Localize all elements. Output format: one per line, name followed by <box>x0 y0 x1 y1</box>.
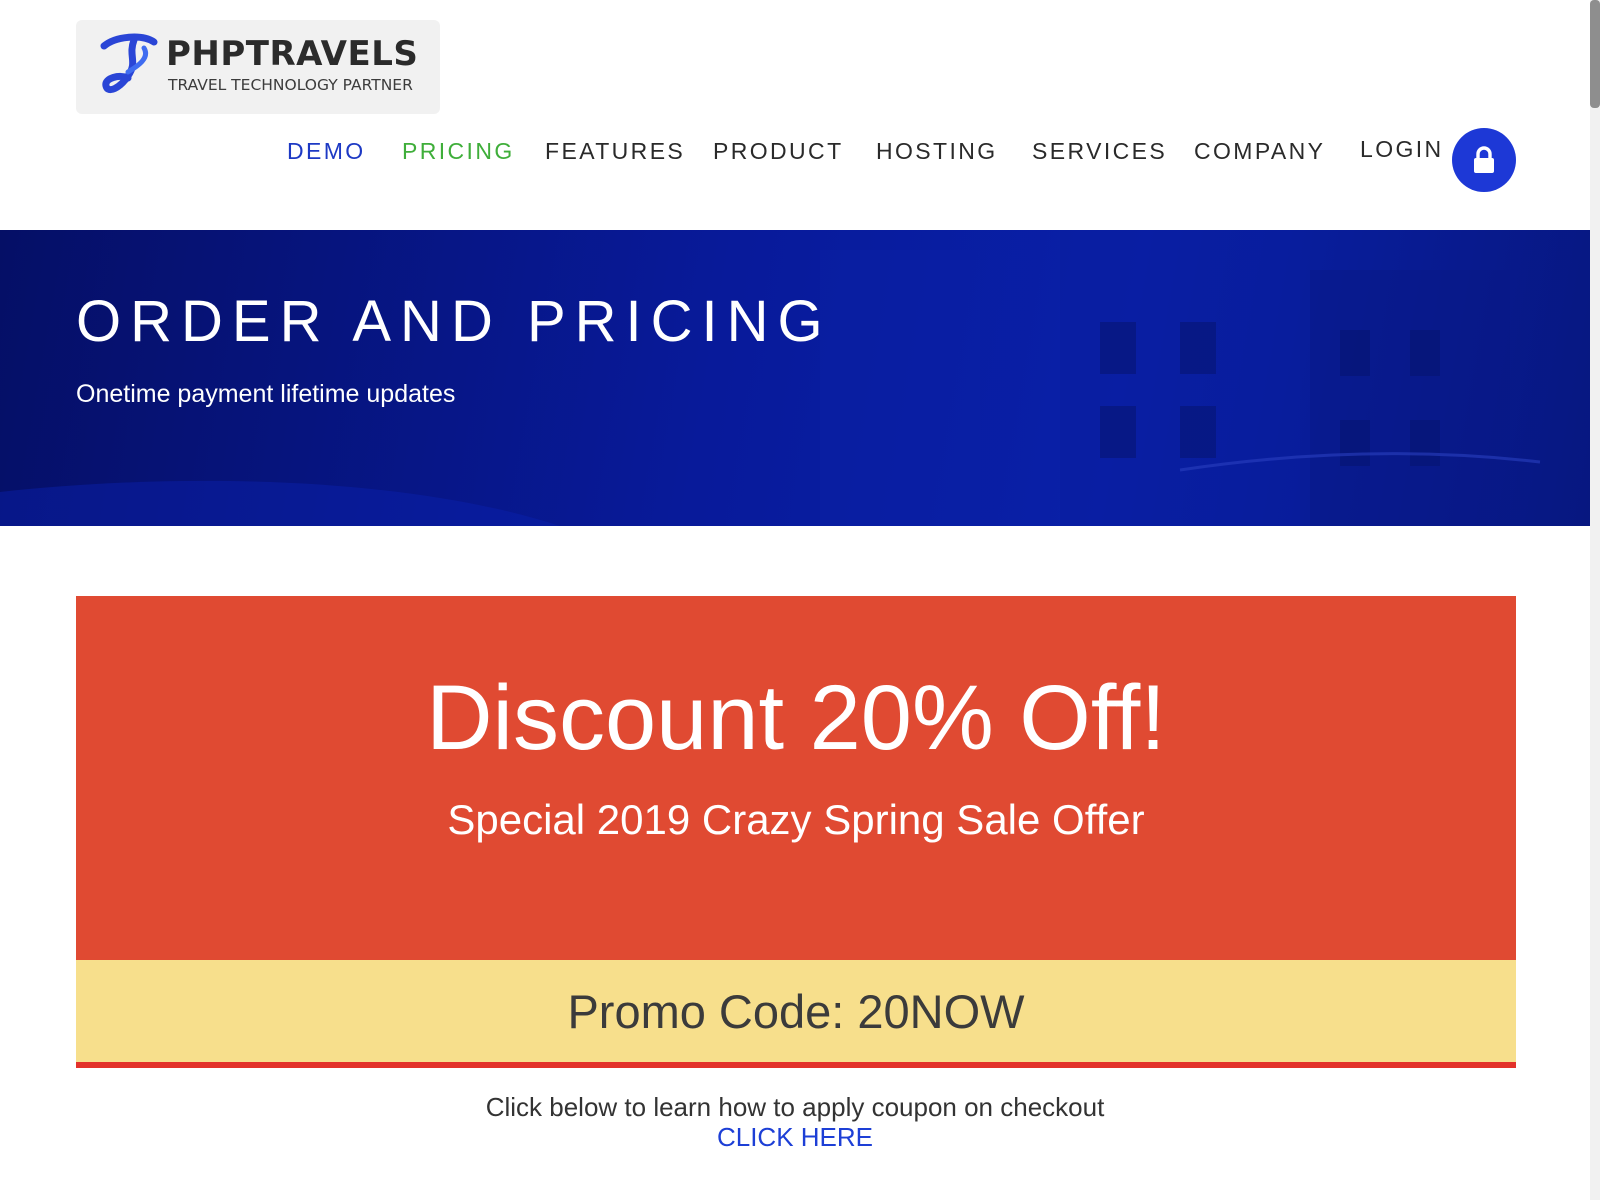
coupon-instruction-text: Click below to learn how to apply coupon… <box>485 1092 1105 1122</box>
page-title: ORDER AND PRICING <box>76 289 832 354</box>
nav-login[interactable]: LOGIN <box>1360 136 1444 163</box>
nav-services[interactable]: SERVICES <box>1032 138 1167 165</box>
brand-logo[interactable]: PHPTRAVELS TRAVEL TECHNOLOGY PARTNER <box>76 20 440 114</box>
nav-hosting[interactable]: HOSTING <box>876 138 998 165</box>
discount-banner: Discount 20% Off! Special 2019 Crazy Spr… <box>76 596 1516 960</box>
nav-company[interactable]: COMPANY <box>1194 138 1325 165</box>
scrollbar-thumb[interactable] <box>1590 0 1600 108</box>
site-header: PHPTRAVELS TRAVEL TECHNOLOGY PARTNER DEM… <box>0 0 1590 230</box>
discount-subheadline: Special 2019 Crazy Spring Sale Offer <box>447 796 1145 843</box>
page-scrollbar[interactable] <box>1590 0 1600 1200</box>
nav-product[interactable]: PRODUCT <box>713 138 844 165</box>
promo-code-bar: Promo Code: 20NOW <box>76 960 1516 1068</box>
nav-features[interactable]: FEATURES <box>545 138 685 165</box>
phptravels-logo-icon <box>100 33 158 94</box>
city-background-image <box>0 230 1541 526</box>
page-subtitle: Onetime payment lifetime updates <box>76 380 456 408</box>
page: PHPTRAVELS TRAVEL TECHNOLOGY PARTNER DEM… <box>0 0 1600 1200</box>
nav-demo[interactable]: DEMO <box>287 138 366 165</box>
brand-name: PHPTRAVELS <box>166 34 419 74</box>
hero-banner: ORDER AND PRICING Onetime payment lifeti… <box>0 230 1590 526</box>
promo-code-text: Promo Code: 20NOW <box>567 985 1025 1038</box>
discount-headline: Discount 20% Off! <box>426 667 1166 769</box>
lock-icon <box>1474 146 1494 173</box>
click-here-link[interactable]: CLICK HERE <box>0 1122 1590 1153</box>
login-lock-button[interactable] <box>1452 128 1516 192</box>
nav-pricing[interactable]: PRICING <box>402 138 515 165</box>
brand-tagline: TRAVEL TECHNOLOGY PARTNER <box>168 76 413 94</box>
